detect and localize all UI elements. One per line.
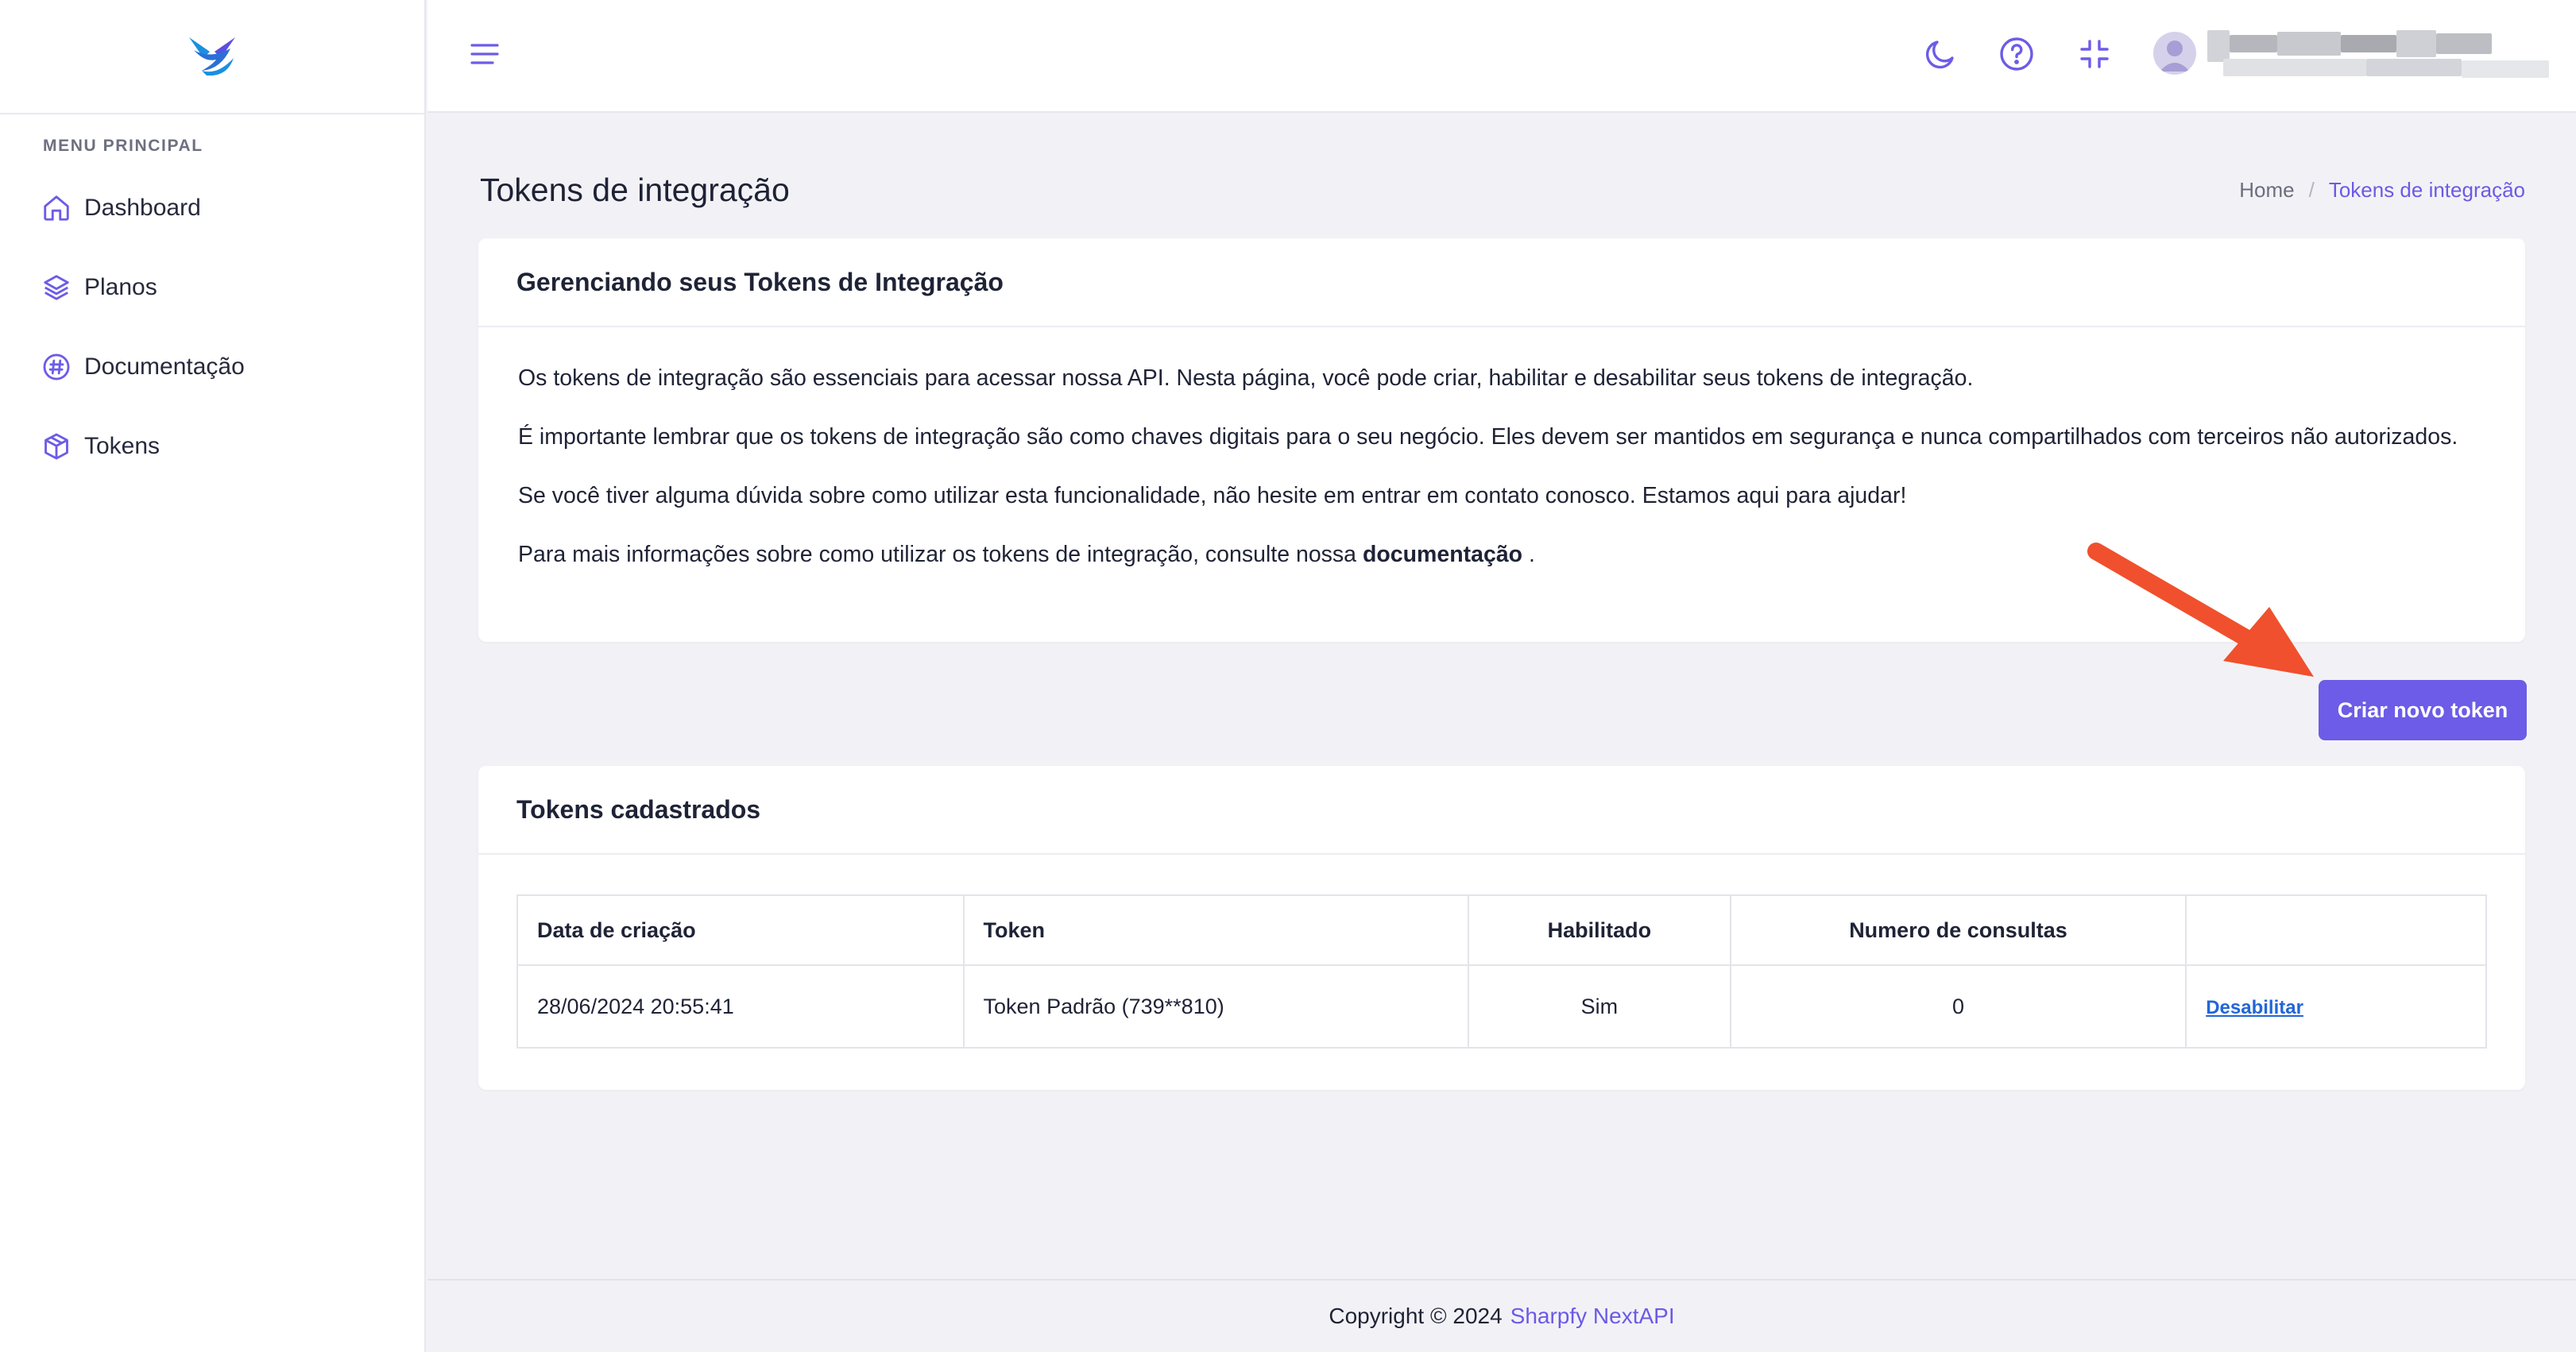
- minimize-icon[interactable]: [2075, 35, 2114, 73]
- tokens-card: Tokens cadastrados Data de criação Token…: [478, 766, 2525, 1090]
- cell-token: Token Padrão (739**810): [962, 964, 1469, 1049]
- annotation-arrow-icon: [2087, 543, 2314, 677]
- tokens-card-body: Data de criação Token Habilitado Numero …: [478, 855, 2525, 1088]
- logo-icon: [189, 37, 235, 76]
- info-paragraph-2: É importante lembrar que os tokens de in…: [518, 424, 2458, 450]
- documentation-link[interactable]: documentação: [1363, 542, 1522, 567]
- table-row: 28/06/2024 20:55:41 Token Padrão (739**8…: [516, 964, 2487, 1049]
- column-header-token: Token: [962, 894, 1469, 966]
- column-header-actions: [2185, 894, 2487, 966]
- cell-queries: 0: [1729, 964, 2187, 1049]
- breadcrumb-current: Tokens de integração: [2328, 178, 2525, 202]
- footer-brand-link[interactable]: Sharpfy NextAPI: [1510, 1304, 1675, 1329]
- user-avatar-icon[interactable]: [2153, 32, 2196, 75]
- menu-heading: MENU PRINCIPAL: [43, 137, 203, 155]
- moon-icon[interactable]: [1921, 35, 1959, 73]
- sidebar-item-label: Tokens: [84, 433, 161, 459]
- sidebar-item-label: Documentação: [84, 353, 245, 380]
- breadcrumb-home[interactable]: Home: [2239, 178, 2294, 203]
- breadcrumb-separator: /: [2308, 178, 2315, 202]
- info-paragraph-4-prefix: Para mais informações sobre como utiliza…: [518, 542, 1363, 567]
- sidebar-item-label: Dashboard: [84, 195, 201, 221]
- info-paragraph-1: Os tokens de integração são essenciais p…: [518, 365, 1974, 391]
- help-icon[interactable]: [1998, 35, 2036, 73]
- column-header-enabled: Habilitado: [1467, 894, 1731, 966]
- info-paragraph-3: Se você tiver alguma dúvida sobre como u…: [518, 483, 1907, 508]
- footer-copyright: Copyright © 2024: [1329, 1304, 1503, 1328]
- table-header-row: Data de criação Token Habilitado Numero …: [516, 894, 2487, 966]
- menu-icon[interactable]: [469, 38, 501, 70]
- box-icon: [41, 431, 72, 462]
- sidebar-item-documentacao[interactable]: Documentação: [0, 327, 424, 407]
- info-card-header: Gerenciando seus Tokens de Integração: [478, 238, 2525, 327]
- tokens-card-title: Tokens cadastrados: [516, 794, 761, 824]
- sidebar-item-dashboard[interactable]: Dashboard: [0, 168, 424, 248]
- sidebar-item-label: Planos: [84, 274, 157, 300]
- hash-icon: [41, 352, 72, 382]
- layers-icon: [41, 272, 72, 303]
- breadcrumb: Home / Tokens de integração: [2239, 178, 2525, 203]
- sidebar-item-planos[interactable]: Planos: [0, 248, 424, 327]
- column-header-created: Data de criação: [516, 894, 965, 966]
- topbar: [427, 0, 2576, 113]
- sidebar-item-tokens[interactable]: Tokens: [0, 407, 424, 486]
- sidebar: MENU PRINCIPAL Dashboard Planos Document…: [0, 0, 426, 1352]
- disable-token-link[interactable]: Desabilitar: [2206, 997, 2303, 1018]
- home-icon: [41, 193, 72, 223]
- cell-action: Desabilitar: [2185, 964, 2487, 1049]
- column-header-queries: Numero de consultas: [1729, 894, 2187, 966]
- user-name-redacted[interactable]: [2207, 24, 2557, 87]
- info-paragraph-4-suffix: .: [1522, 542, 1535, 567]
- footer: Copyright © 2024 Sharpfy NextAPI: [427, 1279, 2576, 1352]
- sidebar-nav: Dashboard Planos Documentação Tokens: [0, 168, 424, 486]
- brand-logo[interactable]: [0, 0, 424, 114]
- cell-created: 28/06/2024 20:55:41: [516, 964, 965, 1049]
- tokens-table: Data de criação Token Habilitado Numero …: [516, 894, 2487, 1049]
- page-title: Tokens de integração: [480, 172, 790, 208]
- create-token-button[interactable]: Criar novo token: [2319, 680, 2527, 740]
- info-card-body: Os tokens de integração são essenciais p…: [478, 327, 2525, 569]
- tokens-card-header: Tokens cadastrados: [478, 766, 2525, 855]
- cell-enabled: Sim: [1467, 964, 1731, 1049]
- info-card-title: Gerenciando seus Tokens de Integração: [516, 267, 1004, 296]
